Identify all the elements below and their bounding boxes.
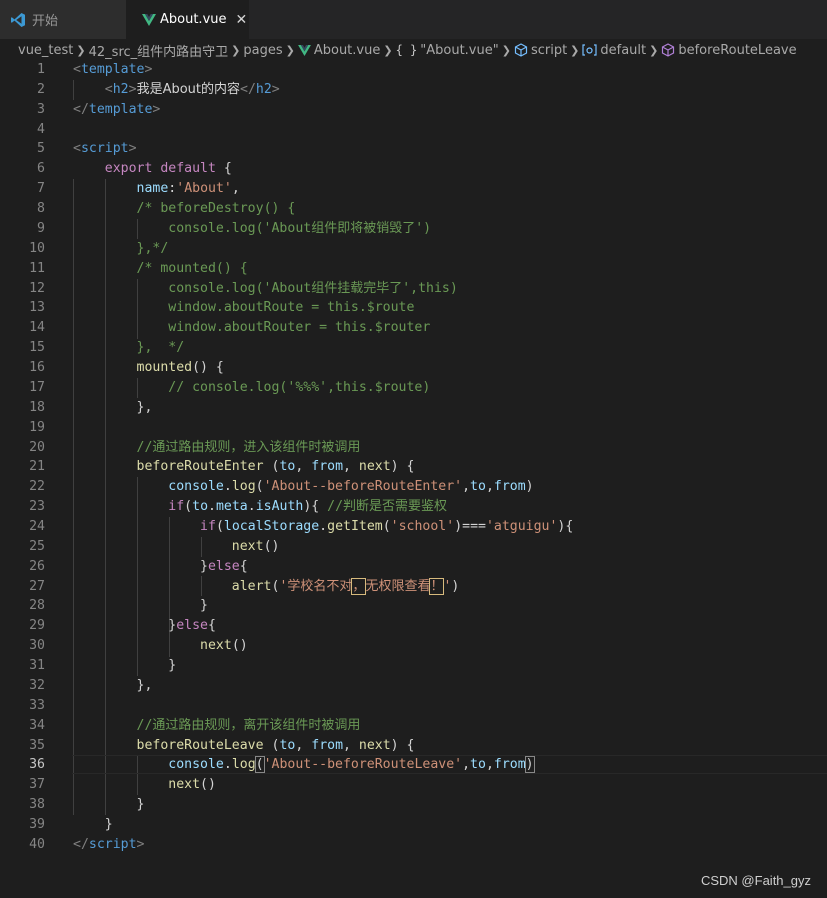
code-line: 6 export default { bbox=[37, 161, 232, 177]
watermark: CSDN @Faith_gyz bbox=[700, 873, 811, 888]
code-line-current: 36 console.log('About--beforeRouteLeave'… bbox=[0, 755, 827, 775]
vscode-icon bbox=[10, 12, 26, 28]
vue-icon bbox=[297, 44, 311, 56]
code-line: 34 //通过路由规则，离开该组件时被调用 bbox=[29, 717, 361, 733]
tab-about-vue[interactable]: About.vue ✕ bbox=[126, 0, 249, 39]
code-line: 11 /* mounted() { bbox=[29, 260, 248, 276]
code-editor[interactable]: 1 <template> 2 <h2>我是About的内容</h2> 3 </tem… bbox=[0, 60, 827, 898]
code-line: 28 } bbox=[29, 598, 208, 614]
breadcrumb-item[interactable]: script bbox=[531, 43, 567, 58]
current-line-number: 36 bbox=[29, 757, 45, 773]
code-line: 4 bbox=[37, 121, 45, 137]
tab-bar: 开始 About.vue ✕ bbox=[0, 0, 827, 39]
tab-about-label: About.vue bbox=[160, 12, 227, 27]
close-icon[interactable]: ✕ bbox=[236, 12, 248, 28]
code-line: 26 }else{ bbox=[29, 558, 248, 574]
breadcrumb-item[interactable]: beforeRouteLeave bbox=[678, 43, 796, 58]
tab-start[interactable]: 开始 bbox=[0, 0, 126, 39]
breadcrumb-item[interactable]: default bbox=[600, 43, 646, 58]
code-line: 16 mounted() { bbox=[29, 360, 224, 376]
code-line: 8 /* beforeDestroy() { bbox=[37, 201, 296, 217]
code-line: 17 // console.log('%%%',this.$route) bbox=[29, 379, 431, 395]
code-line: 22 console.log('About--beforeRouteEnter'… bbox=[29, 479, 534, 495]
chevron-right-icon: ❯ bbox=[570, 43, 580, 57]
chevron-right-icon: ❯ bbox=[649, 43, 659, 57]
code-line: 14 window.aboutRouter = this.$router bbox=[29, 320, 431, 336]
code-line: 31 } bbox=[29, 658, 177, 674]
code-line: 18 }, bbox=[29, 399, 153, 415]
code-line: 38 } bbox=[29, 797, 145, 813]
breadcrumb-item[interactable]: About.vue bbox=[314, 43, 381, 58]
cube-icon bbox=[514, 43, 528, 57]
code-line: 12 console.log('About组件挂载完毕了',this) bbox=[29, 280, 458, 296]
tab-start-label: 开始 bbox=[32, 14, 59, 29]
breadcrumb-item[interactable]: 42_src_组件内路由守卫 bbox=[89, 41, 229, 60]
code-line: 24 if(localStorage.getItem('school')==='… bbox=[29, 519, 574, 534]
breadcrumb-item[interactable]: vue_test bbox=[18, 43, 73, 58]
code-line: 23 if(to.meta.isAuth){ //判断是否需要鉴权 bbox=[29, 499, 448, 515]
code-line: 19 bbox=[29, 419, 45, 435]
code-line: 30 next() bbox=[29, 638, 248, 654]
breadcrumb: vue_test ❯ 42_src_组件内路由守卫 ❯ pages ❯ Abou… bbox=[0, 39, 827, 61]
code-line: 1 <template> bbox=[37, 62, 153, 77]
code-line: 20 //通过路由规则，进入该组件时被调用 bbox=[29, 439, 361, 455]
code-line: 7 name:'About', bbox=[37, 181, 240, 197]
code-line: 13 window.aboutRoute = this.$route bbox=[29, 300, 415, 316]
braces-icon: { } bbox=[395, 43, 418, 57]
code-line: 3 </template> bbox=[37, 101, 161, 117]
breadcrumb-item[interactable]: "About.vue" bbox=[420, 43, 498, 58]
code-line: 37 next() bbox=[29, 777, 216, 793]
chevron-right-icon: ❯ bbox=[501, 43, 511, 57]
code-line: 25 next() bbox=[29, 538, 280, 554]
code-line: 21 beforeRouteEnter (to, from, next) { bbox=[29, 459, 415, 475]
code-line: 29 }else{ bbox=[29, 618, 216, 634]
chevron-right-icon: ❯ bbox=[383, 43, 393, 57]
breadcrumb-item[interactable]: pages bbox=[243, 43, 282, 58]
code-line: 40 </script> bbox=[29, 836, 145, 852]
code-line: 35 beforeRouteLeave (to, from, next) { bbox=[29, 737, 415, 753]
chevron-right-icon: ❯ bbox=[285, 43, 295, 57]
code-line: 27 alert('学校名不对，无权限查看！') bbox=[29, 577, 460, 595]
variable-icon bbox=[582, 44, 597, 56]
code-line: 15 }, */ bbox=[29, 340, 185, 356]
code-line: 9 console.log('About组件即将被销毁了') bbox=[37, 220, 432, 236]
chevron-right-icon: ❯ bbox=[231, 43, 241, 57]
code-line: 39 } bbox=[29, 817, 113, 833]
vue-icon bbox=[142, 13, 156, 27]
code-line: 5 <script> bbox=[37, 141, 137, 157]
code-line: 10 },*/ bbox=[29, 240, 169, 256]
code-line: 32 }, bbox=[29, 677, 153, 693]
method-icon bbox=[661, 43, 675, 57]
code-line: 33 bbox=[29, 697, 45, 713]
code-line: 2 <h2>我是About的内容</h2> bbox=[37, 81, 280, 97]
chevron-right-icon: ❯ bbox=[76, 43, 86, 57]
